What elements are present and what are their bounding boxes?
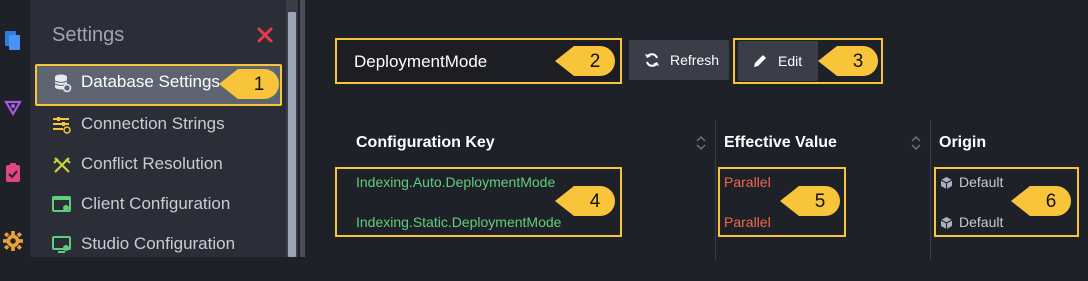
pencil-icon: [754, 55, 766, 67]
refresh-button[interactable]: Refresh: [629, 40, 729, 80]
sidebar-scrollbar-thumb[interactable]: [288, 12, 296, 257]
callout-6: 6: [1010, 181, 1074, 221]
settings-sidebar: Settings Database Settings Connection St…: [30, 0, 298, 257]
filter-input-value[interactable]: DeploymentMode: [354, 52, 487, 72]
sidebar-item-studio-configuration[interactable]: Studio Configuration: [34, 224, 280, 257]
query-icon[interactable]: [3, 96, 23, 118]
refresh-label: Refresh: [670, 52, 720, 68]
sidebar-item-connection-strings[interactable]: Connection Strings: [34, 104, 280, 144]
callout-4: 4: [554, 181, 618, 221]
table-row-value: Parallel: [724, 174, 771, 190]
column-separator: [930, 120, 931, 260]
sidebar-title: Settings: [52, 24, 125, 46]
callout-1: 1: [218, 64, 282, 104]
sidebar-item-label: Conflict Resolution: [81, 154, 223, 173]
callout-2: 2: [554, 41, 618, 81]
app-window: Settings Database Settings Connection St…: [0, 0, 1088, 281]
callout-3: 3: [817, 41, 881, 81]
settings-gear-icon[interactable]: [3, 230, 23, 252]
sidebar-item-label: Database Settings: [81, 72, 220, 91]
sidebar-item-label: Client Configuration: [81, 194, 231, 213]
client-configuration-icon: [52, 196, 71, 212]
sort-icon[interactable]: [696, 135, 706, 151]
studio-configuration-icon: [52, 236, 71, 253]
table-row-value: Parallel: [724, 214, 771, 230]
close-icon[interactable]: [256, 26, 274, 44]
bottom-strip: [30, 257, 1088, 281]
column-header-origin[interactable]: Origin: [939, 134, 986, 152]
column-header-configuration-key[interactable]: Configuration Key: [356, 134, 495, 152]
sidebar-item-label: Studio Configuration: [81, 234, 236, 253]
default-origin-icon: [940, 177, 953, 189]
table-row-key: Indexing.Static.DeploymentMode: [356, 214, 562, 230]
sidebar-item-client-configuration[interactable]: Client Configuration: [34, 184, 280, 224]
callout-5: 5: [779, 181, 843, 221]
connection-strings-icon: [53, 117, 71, 134]
documents-icon[interactable]: [3, 30, 23, 52]
column-separator: [715, 120, 716, 260]
sidebar-item-conflict-resolution[interactable]: Conflict Resolution: [34, 144, 280, 184]
conflict-resolution-icon: [53, 157, 71, 173]
table-row-origin: Default: [959, 174, 1004, 190]
table-row-origin: Default: [959, 214, 1004, 230]
edit-button[interactable]: Edit: [738, 41, 818, 81]
tasks-icon[interactable]: [3, 162, 23, 184]
sidebar-item-label: Connection Strings: [81, 114, 225, 133]
column-header-effective-value[interactable]: Effective Value: [724, 134, 837, 152]
edit-label: Edit: [778, 53, 803, 69]
icon-rail: [0, 0, 30, 281]
table-row-key: Indexing.Auto.DeploymentMode: [356, 174, 556, 190]
database-settings-icon: [54, 74, 72, 93]
panel-divider[interactable]: [300, 0, 305, 257]
default-origin-icon: [940, 217, 953, 229]
sort-icon[interactable]: [911, 135, 921, 151]
refresh-icon: [645, 53, 659, 67]
